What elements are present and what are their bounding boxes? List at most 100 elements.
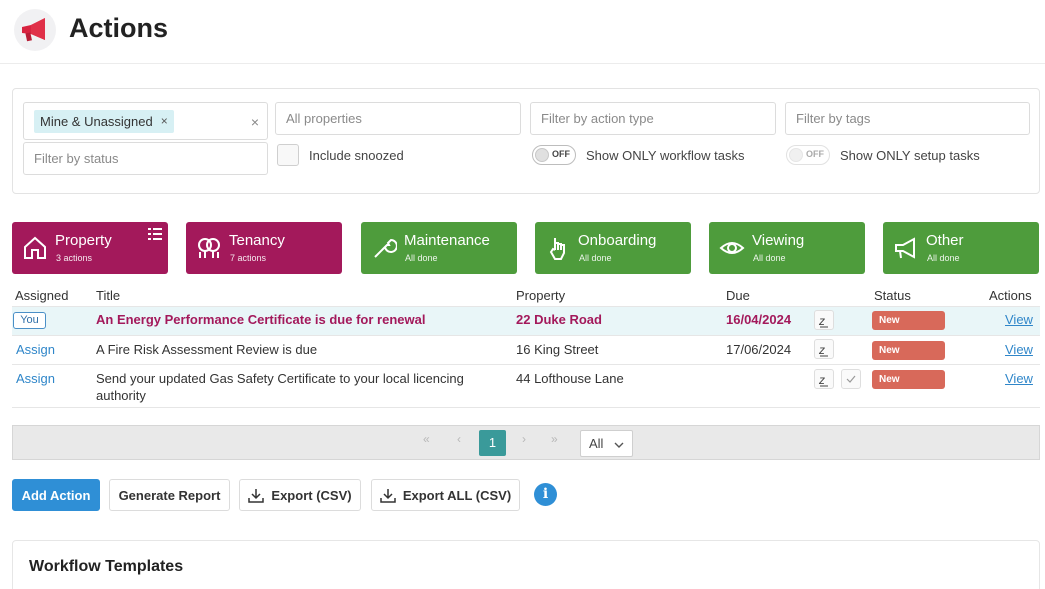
svg-text:z: z <box>818 314 825 328</box>
page-size-value: All <box>589 436 604 451</box>
svg-text:z: z <box>818 343 825 357</box>
download-icon <box>380 488 396 503</box>
toggle-knob <box>535 148 549 162</box>
toggle-state: OFF <box>806 149 824 159</box>
eye-icon <box>719 242 745 254</box>
assigned-filter[interactable]: Mine & Unassigned × × <box>23 102 268 140</box>
assigned-you-badge[interactable]: You <box>13 312 46 329</box>
category-other[interactable]: Other All done <box>883 222 1039 274</box>
row-title[interactable]: A Fire Risk Assessment Review is due <box>96 342 317 357</box>
megaphone-icon <box>895 237 915 259</box>
info-icon[interactable]: i <box>534 483 557 506</box>
properties-filter[interactable]: All properties <box>275 102 521 135</box>
category-count: All done <box>753 253 786 263</box>
category-tenancy[interactable]: Tenancy 7 actions <box>186 222 342 274</box>
category-count: All done <box>579 253 612 263</box>
status-filter[interactable]: Filter by status <box>23 142 268 175</box>
include-snoozed-label: Include snoozed <box>309 148 404 163</box>
header-actions: Actions <box>989 288 1032 303</box>
workflow-templates-panel: Workflow Templates <box>12 540 1040 589</box>
divider <box>12 335 1040 336</box>
snooze-icon[interactable]: z <box>814 369 834 389</box>
pointer-hand-icon <box>549 238 565 260</box>
row-property[interactable]: 22 Duke Road <box>516 312 602 327</box>
page-1-button[interactable]: 1 <box>479 430 506 456</box>
row-title[interactable]: An Energy Performance Certificate is due… <box>96 312 425 327</box>
category-property[interactable]: Property 3 actions <box>12 222 168 274</box>
export-csv-label: Export (CSV) <box>271 487 352 503</box>
category-name: Property <box>55 232 112 249</box>
include-snoozed-checkbox[interactable] <box>277 144 299 166</box>
page-size-select[interactable]: All <box>580 430 633 457</box>
category-name: Onboarding <box>578 232 657 249</box>
row-due: 16/04/2024 <box>726 312 792 327</box>
chevron-down-icon <box>614 442 624 448</box>
divider <box>12 364 1040 365</box>
setup-toggle-label: Show ONLY setup tasks <box>840 148 980 163</box>
category-count: 7 actions <box>230 253 267 263</box>
toggle-state: OFF <box>552 149 570 159</box>
category-count: All done <box>927 253 960 263</box>
tags-filter[interactable]: Filter by tags <box>785 102 1030 135</box>
view-link[interactable]: View <box>1005 342 1033 357</box>
workflow-toggle[interactable]: OFF <box>532 145 576 165</box>
export-csv-button[interactable]: Export (CSV) <box>239 479 361 511</box>
page-header: Actions <box>0 0 1045 64</box>
header-property[interactable]: Property <box>516 288 565 303</box>
checkmark-icon[interactable] <box>841 369 861 389</box>
assigned-chip[interactable]: Mine & Unassigned × <box>34 109 174 133</box>
header-title[interactable]: Title <box>96 288 120 303</box>
svg-text:z: z <box>818 373 825 387</box>
row-property[interactable]: 16 King Street <box>516 342 598 357</box>
divider <box>12 407 1040 408</box>
assign-link[interactable]: Assign <box>16 342 55 357</box>
wrench-icon <box>374 238 397 258</box>
category-name: Tenancy <box>229 232 285 249</box>
snooze-icon[interactable]: z <box>814 339 834 359</box>
category-onboarding[interactable]: Onboarding All done <box>535 222 691 274</box>
row-title-line2[interactable]: authority <box>96 388 146 403</box>
status-badge: New <box>872 370 945 389</box>
export-all-csv-label: Export ALL (CSV) <box>402 487 512 503</box>
workflow-templates-title: Workflow Templates <box>29 558 184 575</box>
grid-icon[interactable] <box>148 228 162 240</box>
view-link[interactable]: View <box>1005 371 1033 386</box>
page-title: Actions <box>69 13 169 43</box>
status-badge: New <box>872 311 945 330</box>
assigned-chip-label: Mine & Unassigned <box>40 113 153 129</box>
row-property[interactable]: 44 Lofthouse Lane <box>516 371 624 386</box>
snooze-icon[interactable]: z <box>814 310 834 330</box>
category-viewing[interactable]: Viewing All done <box>709 222 865 274</box>
first-page-icon[interactable]: « <box>423 432 430 446</box>
category-name: Maintenance <box>404 232 490 249</box>
export-all-csv-button[interactable]: Export ALL (CSV) <box>371 479 520 511</box>
add-action-button[interactable]: Add Action <box>12 479 100 511</box>
pagination-bar: « ‹ 1 › » All <box>12 425 1040 460</box>
setup-toggle[interactable]: OFF <box>786 145 830 165</box>
toggle-knob <box>789 148 803 162</box>
chip-remove-icon[interactable]: × <box>161 114 168 128</box>
house-icon <box>24 236 46 259</box>
category-count: 3 actions <box>56 253 93 263</box>
clear-filter-icon[interactable]: × <box>251 114 259 130</box>
generate-report-button[interactable]: Generate Report <box>109 479 230 511</box>
row-title-line1[interactable]: Send your updated Gas Safety Certificate… <box>96 371 464 386</box>
last-page-icon[interactable]: » <box>551 432 558 446</box>
category-name: Viewing <box>752 232 805 249</box>
category-maintenance[interactable]: Maintenance All done <box>361 222 517 274</box>
row-due: 17/06/2024 <box>726 342 792 357</box>
header-assigned[interactable]: Assigned <box>15 288 68 303</box>
category-name: Other <box>926 232 964 249</box>
status-badge: New <box>872 341 945 360</box>
megaphone-logo-icon <box>14 9 56 51</box>
download-icon <box>248 488 265 503</box>
filters-panel: Mine & Unassigned × × All properties Fil… <box>12 88 1040 194</box>
action-type-filter[interactable]: Filter by action type <box>530 102 776 135</box>
view-link[interactable]: View <box>1005 312 1033 327</box>
prev-page-icon[interactable]: ‹ <box>457 432 461 446</box>
workflow-toggle-label: Show ONLY workflow tasks <box>586 148 745 163</box>
header-status[interactable]: Status <box>874 288 911 303</box>
header-due[interactable]: Due <box>726 288 750 303</box>
assign-link[interactable]: Assign <box>16 371 55 386</box>
next-page-icon[interactable]: › <box>522 432 526 446</box>
